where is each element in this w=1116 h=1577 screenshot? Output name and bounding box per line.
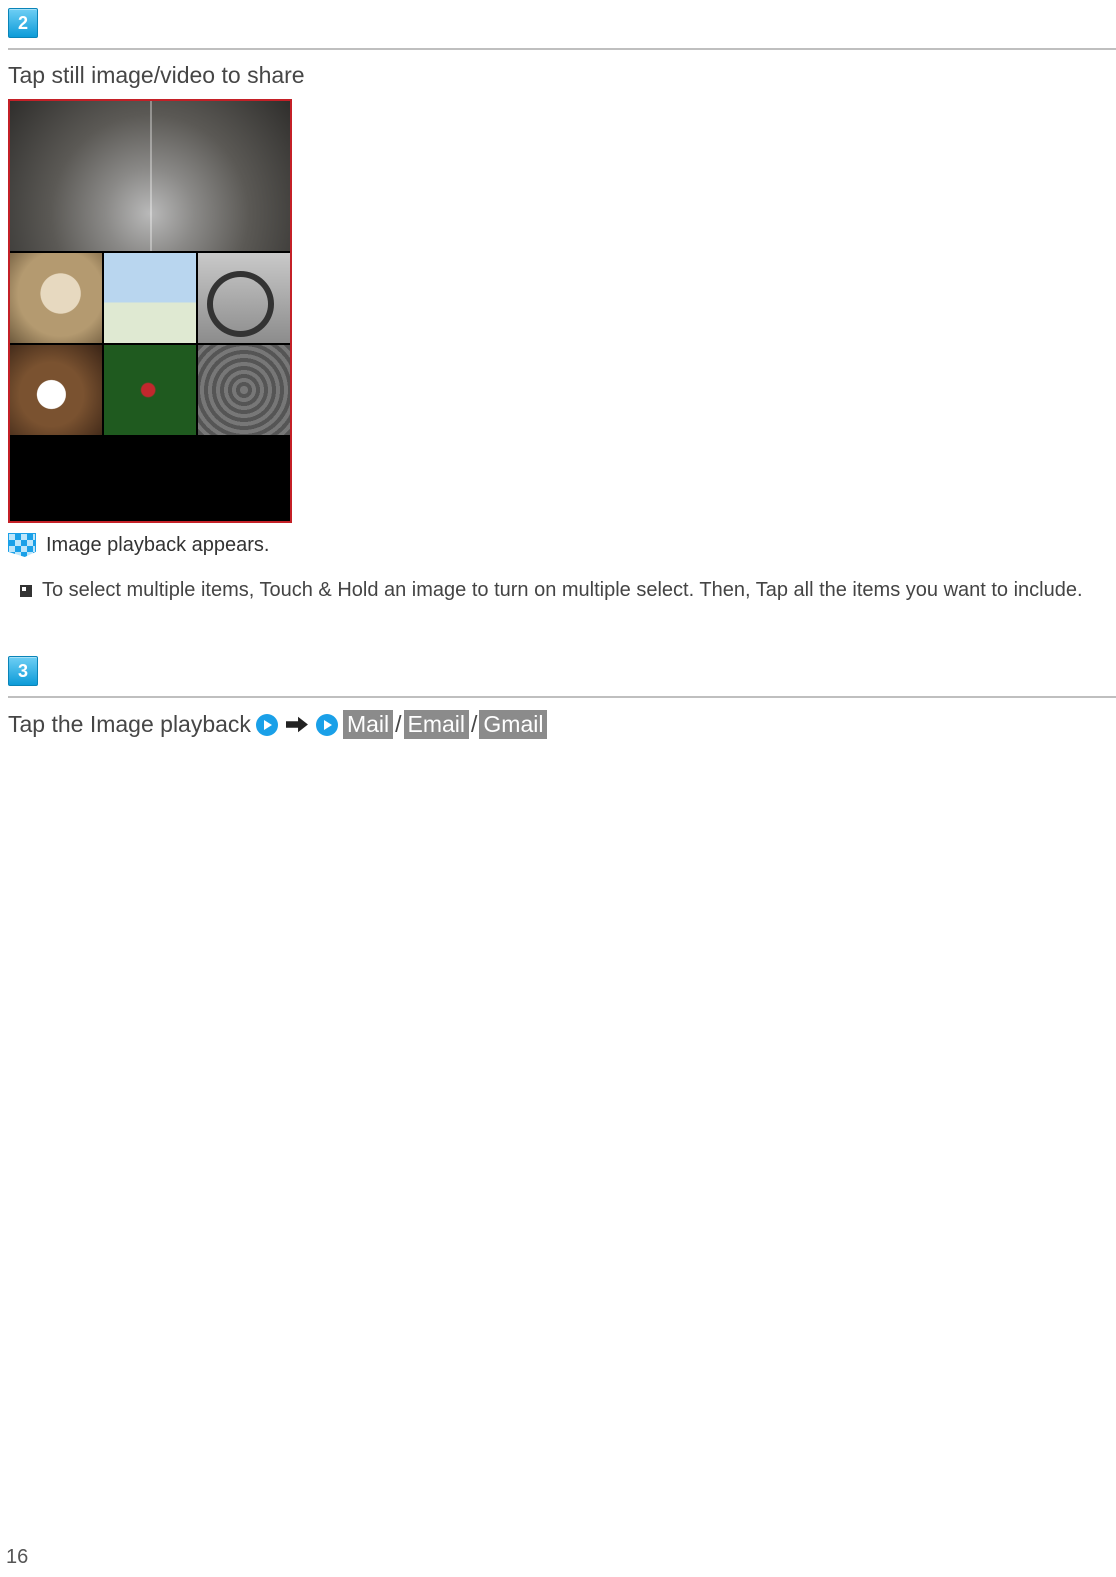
arrow-right-icon <box>316 714 338 736</box>
multiple-select-tip: To select multiple items, Touch & Hold a… <box>42 575 1116 606</box>
step-badge-2: 2 <box>8 8 38 38</box>
gallery-thumb <box>104 437 196 523</box>
image-playback-note: Image playback appears. <box>46 534 269 557</box>
gallery-thumb <box>104 345 196 435</box>
gallery-screenshot <box>8 99 292 523</box>
arrow-right-icon <box>256 714 278 736</box>
share-icon <box>286 714 308 736</box>
gallery-thumb <box>198 253 290 343</box>
option-mail: Mail <box>343 710 393 739</box>
step-3-prefix: Tap the Image playback <box>8 711 251 738</box>
slash: / <box>471 711 477 738</box>
result-flag-icon <box>8 533 36 557</box>
step-3-instruction: Tap the Image playback Mail/Email/Gmail <box>8 710 1116 739</box>
step-badge-3: 3 <box>8 656 38 686</box>
gallery-thumb <box>10 253 102 343</box>
gallery-thumb <box>104 253 196 343</box>
slash: / <box>395 711 401 738</box>
gallery-thumb <box>10 437 102 523</box>
gallery-thumb <box>198 345 290 435</box>
step-2-title: Tap still image/video to share <box>8 62 1116 89</box>
divider <box>8 696 1116 698</box>
gallery-thumb <box>198 437 290 523</box>
option-email: Email <box>404 710 470 739</box>
gallery-thumbnail-grid <box>10 251 290 523</box>
gallery-thumb <box>10 345 102 435</box>
option-gmail: Gmail <box>479 710 547 739</box>
gallery-hero-image <box>10 101 290 251</box>
page-number: 16 <box>6 1546 28 1569</box>
divider <box>8 48 1116 50</box>
